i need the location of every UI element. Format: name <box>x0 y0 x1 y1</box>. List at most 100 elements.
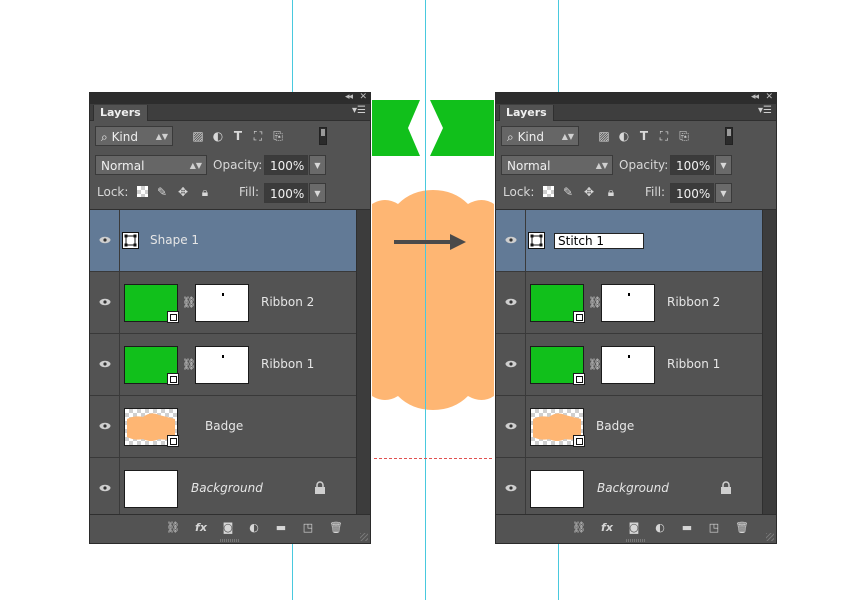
link-layers-icon[interactable]: ⛓ <box>165 520 181 536</box>
link-icon[interactable]: ⛓ <box>182 358 196 372</box>
link-icon[interactable]: ⛓ <box>588 296 602 310</box>
layer-row-ribbon-1[interactable]: ⛓ Ribbon 1 <box>496 334 762 396</box>
adjustment-filter-icon[interactable]: ◐ <box>617 129 631 143</box>
fill-dropdown-button[interactable]: ▼ <box>309 183 326 203</box>
layer-row-badge[interactable]: Badge <box>90 396 356 458</box>
layer-name[interactable]: Badge <box>205 419 243 433</box>
eye-icon[interactable] <box>99 482 111 494</box>
shape-filter-icon[interactable]: ⛶ <box>657 129 671 143</box>
panel-menu-icon[interactable]: ▾☰ <box>758 105 772 116</box>
layer-name[interactable]: Ribbon 1 <box>261 357 314 371</box>
lock-brush-icon[interactable]: ✎ <box>155 185 169 199</box>
panel-menu-icon[interactable]: ▾☰ <box>352 105 366 116</box>
layer-name[interactable]: Ribbon 2 <box>667 295 720 309</box>
eye-icon[interactable] <box>505 234 517 246</box>
resize-handle[interactable] <box>220 539 240 542</box>
tab-layers[interactable]: Layers <box>499 105 554 121</box>
new-layer-icon[interactable]: ◳ <box>300 520 316 536</box>
adjustment-icon[interactable]: ◐ <box>652 520 668 536</box>
group-icon[interactable]: ▬ <box>679 520 695 536</box>
fx-icon[interactable]: fx <box>599 520 615 536</box>
trash-icon[interactable]: 🗑︎ <box>734 520 750 536</box>
lock-move-icon[interactable]: ✥ <box>176 185 190 199</box>
eye-icon[interactable] <box>505 420 517 432</box>
eye-icon[interactable] <box>505 358 517 370</box>
opacity-dropdown-button[interactable]: ▼ <box>309 155 326 175</box>
layer-row-shape[interactable]: Shape 1 <box>90 210 356 272</box>
eye-icon[interactable] <box>505 482 517 494</box>
layers-scrollbar[interactable] <box>762 210 776 518</box>
adjustment-icon[interactable]: ◐ <box>246 520 262 536</box>
layer-row-background[interactable]: Background <box>90 458 356 520</box>
layer-name[interactable]: Ribbon 2 <box>261 295 314 309</box>
filter-kind-select[interactable]: ⌕ Kind ▲▼ <box>95 126 173 146</box>
smart-object-filter-icon[interactable]: ⎘ <box>677 129 691 143</box>
tab-layers[interactable]: Layers <box>93 105 148 121</box>
trash-icon[interactable]: 🗑︎ <box>328 520 344 536</box>
link-icon[interactable]: ⛓ <box>182 296 196 310</box>
blend-mode-select[interactable]: Normal ▲▼ <box>95 155 207 175</box>
image-filter-icon[interactable]: ▨ <box>597 129 611 143</box>
mask-thumbnail[interactable] <box>601 284 655 322</box>
panel-titlebar[interactable]: ◂◂ ✕ <box>496 92 776 104</box>
eye-icon[interactable] <box>99 420 111 432</box>
layer-name[interactable]: Background <box>191 481 263 495</box>
filter-kind-select[interactable]: ⌕ Kind ▲▼ <box>501 126 579 146</box>
filter-toggle[interactable] <box>725 127 733 145</box>
layer-name[interactable]: Background <box>597 481 669 495</box>
mask-icon[interactable]: ◙ <box>626 520 642 536</box>
lock-brush-icon[interactable]: ✎ <box>561 185 575 199</box>
layer-row-ribbon-1[interactable]: ⛓ Ribbon 1 <box>90 334 356 396</box>
collapse-icon[interactable]: ◂◂ <box>345 92 353 102</box>
lock-move-icon[interactable]: ✥ <box>582 185 596 199</box>
adjustment-filter-icon[interactable]: ◐ <box>211 129 225 143</box>
fill-input[interactable]: 100% <box>264 183 308 203</box>
lock-transparency-icon[interactable] <box>137 186 148 197</box>
type-filter-icon[interactable]: T <box>637 129 651 143</box>
layer-rename-input[interactable]: Stitch 1 <box>554 233 644 249</box>
eye-icon[interactable] <box>505 296 517 308</box>
close-icon[interactable]: ✕ <box>359 92 366 102</box>
panel-titlebar[interactable]: ◂◂ ✕ <box>90 92 370 104</box>
mask-thumbnail[interactable] <box>195 346 249 384</box>
filter-toggle[interactable] <box>319 127 327 145</box>
link-icon[interactable]: ⛓ <box>588 358 602 372</box>
resize-grip[interactable] <box>360 533 368 541</box>
eye-icon[interactable] <box>99 296 111 308</box>
layer-row-stitch[interactable]: Stitch 1 <box>496 210 762 272</box>
smart-object-filter-icon[interactable]: ⎘ <box>271 129 285 143</box>
layers-scrollbar[interactable] <box>356 210 370 518</box>
fx-icon[interactable]: fx <box>193 520 209 536</box>
layer-row-ribbon-2[interactable]: ⛓ Ribbon 2 <box>496 272 762 334</box>
lock-all-icon[interactable]: 🔒︎ <box>604 185 618 199</box>
fill-dropdown-button[interactable]: ▼ <box>715 183 732 203</box>
lock-transparency-icon[interactable] <box>543 186 554 197</box>
blend-mode-select[interactable]: Normal ▲▼ <box>501 155 613 175</box>
mask-thumbnail[interactable] <box>601 346 655 384</box>
layer-name[interactable]: Shape 1 <box>150 233 199 247</box>
layer-row-ribbon-2[interactable]: ⛓ Ribbon 2 <box>90 272 356 334</box>
opacity-dropdown-button[interactable]: ▼ <box>715 155 732 175</box>
mask-icon[interactable]: ◙ <box>220 520 236 536</box>
mask-thumbnail[interactable] <box>195 284 249 322</box>
link-layers-icon[interactable]: ⛓ <box>571 520 587 536</box>
opacity-input[interactable]: 100% <box>670 155 714 175</box>
eye-icon[interactable] <box>99 358 111 370</box>
layer-row-background[interactable]: Background <box>496 458 762 520</box>
close-icon[interactable]: ✕ <box>765 92 772 102</box>
layer-name[interactable]: Badge <box>596 419 634 433</box>
layer-name[interactable]: Ribbon 1 <box>667 357 720 371</box>
image-filter-icon[interactable]: ▨ <box>191 129 205 143</box>
opacity-input[interactable]: 100% <box>264 155 308 175</box>
resize-grip[interactable] <box>766 533 774 541</box>
eye-icon[interactable] <box>99 234 111 246</box>
type-filter-icon[interactable]: T <box>231 129 245 143</box>
layer-row-badge[interactable]: Badge <box>496 396 762 458</box>
fill-input[interactable]: 100% <box>670 183 714 203</box>
group-icon[interactable]: ▬ <box>273 520 289 536</box>
lock-all-icon[interactable]: 🔒︎ <box>198 185 212 199</box>
resize-handle[interactable] <box>626 539 646 542</box>
new-layer-icon[interactable]: ◳ <box>706 520 722 536</box>
shape-filter-icon[interactable]: ⛶ <box>251 129 265 143</box>
collapse-icon[interactable]: ◂◂ <box>751 92 759 102</box>
